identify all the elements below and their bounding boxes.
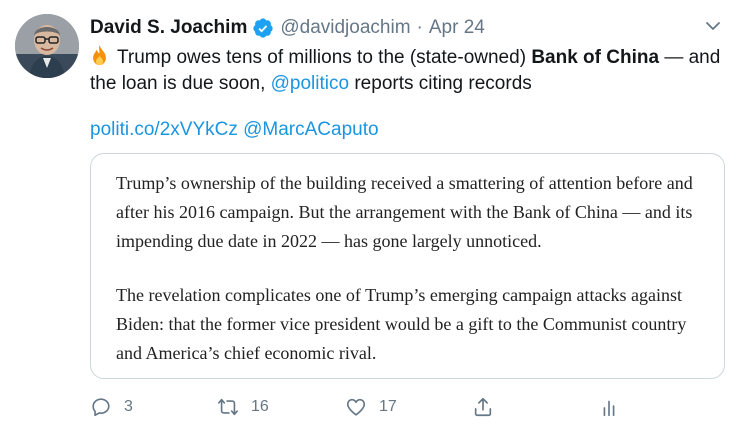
like-count: 17 [379,398,397,415]
action-bar: 3 16 17 [90,394,650,420]
reply-icon [92,398,110,417]
retweet-count: 16 [251,398,269,415]
tweet-text-part1: Trump owes tens of millions to the (stat… [117,47,527,68]
tweet-bold-text: Bank of China [531,47,660,68]
retweet-icon [218,398,238,416]
reply-count: 3 [124,398,133,415]
retweet-button[interactable]: 16 [217,394,269,420]
share-icon [474,397,492,417]
chevron-down-icon[interactable] [703,16,723,36]
avatar[interactable] [15,14,79,78]
author-name[interactable]: David S. Joachim [90,17,247,39]
tweet-header: David S. Joachim @davidjoachim · Apr 24 [90,16,725,40]
analytics-button[interactable] [598,394,620,420]
verified-badge-icon [253,18,273,38]
mention-link[interactable]: @politico [271,73,349,94]
like-button[interactable]: 17 [345,394,397,420]
header-separator: · [416,17,423,38]
quote-paragraph-2: The revelation complicates one of Trump’… [116,285,687,363]
article-link[interactable]: politi.co/2xVYkCz [90,119,238,140]
share-button[interactable] [472,394,494,420]
quote-card[interactable]: Trump’s ownership of the building receiv… [90,153,725,379]
author-mention-link[interactable]: @MarcACaputo [243,119,378,140]
tweet-links: politi.co/2xVYkCz @MarcACaputo [90,118,379,142]
analytics-icon [603,400,615,417]
reply-button[interactable]: 3 [90,394,133,420]
heart-icon [346,398,366,416]
tweet-text-part3: reports citing records [354,73,532,94]
author-handle[interactable]: @davidjoachim [280,17,410,39]
tweet-text: Trump owes tens of millions to the (stat… [90,44,740,97]
tweet-date[interactable]: Apr 24 [429,17,485,39]
avatar-image [15,14,79,78]
fire-icon [93,44,106,66]
quote-paragraph-1: Trump’s ownership of the building receiv… [116,173,693,251]
